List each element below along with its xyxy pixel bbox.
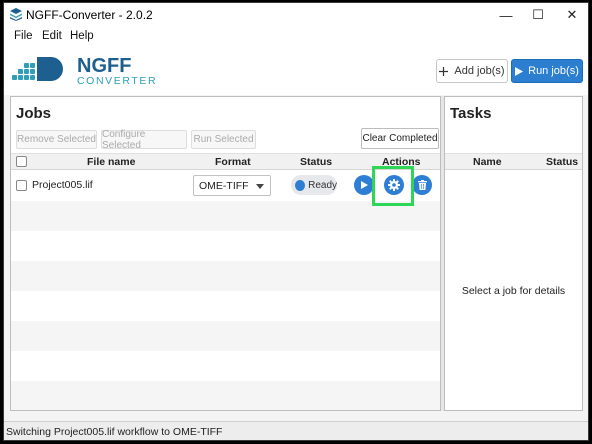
format-select[interactable]: OME-TIFF: [193, 175, 271, 196]
minimize-icon: —: [499, 7, 513, 23]
gear-icon: [388, 179, 400, 191]
logo-wordmark-converter: CONVERTER: [77, 75, 157, 87]
minimize-button[interactable]: —: [490, 3, 522, 27]
close-icon: ✕: [566, 7, 578, 22]
trash-icon: [417, 180, 427, 190]
play-icon: [360, 181, 368, 189]
row-file-name: Project005.lif: [32, 179, 93, 191]
column-task-status[interactable]: Status: [546, 156, 578, 168]
tasks-empty-message: Select a job for details: [461, 285, 566, 297]
run-jobs-label: Run job(s): [528, 65, 579, 77]
window-title: NGFF-Converter - 2.0.2: [26, 8, 153, 22]
row-settings-button[interactable]: [384, 175, 404, 195]
clear-completed-button[interactable]: Clear Completed: [361, 128, 439, 149]
play-icon: [515, 66, 524, 76]
menu-edit[interactable]: Edit: [42, 30, 62, 42]
tasks-title: Tasks: [450, 105, 492, 122]
status-bar: Switching Project005.lif workflow to OME…: [4, 421, 588, 440]
status-label: Ready: [308, 179, 337, 191]
jobs-table-header: File name Format Status Actions: [11, 153, 440, 170]
status-message: Switching Project005.lif workflow to OME…: [6, 426, 223, 438]
add-jobs-button[interactable]: Add job(s): [436, 59, 508, 83]
maximize-icon: ☐: [532, 7, 544, 22]
column-actions[interactable]: Actions: [382, 156, 421, 168]
tasks-panel: Tasks Name Status Select a job for detai…: [444, 96, 583, 411]
column-file-name[interactable]: File name: [87, 156, 135, 168]
chevron-down-icon: [256, 184, 264, 189]
menu-file[interactable]: File: [14, 30, 33, 42]
format-select-value: OME-TIFF: [199, 180, 249, 192]
header-bar: NGFF CONVERTER Add job(s) Run job(s): [4, 47, 588, 95]
run-jobs-button[interactable]: Run job(s): [511, 59, 583, 83]
status-badge: Ready: [291, 175, 337, 195]
configure-selected-button[interactable]: Configure Selected: [101, 129, 187, 151]
table-row-empty: [11, 351, 440, 381]
menu-bar: File Edit Help: [4, 27, 588, 47]
table-row[interactable]: Project005.lif OME-TIFF Ready: [11, 171, 440, 201]
column-format[interactable]: Format: [215, 156, 251, 168]
app-window: NGFF-Converter - 2.0.2 — ☐ ✕ File Edit H…: [3, 2, 589, 441]
table-row-empty: [11, 381, 440, 410]
remove-selected-button[interactable]: Remove Selected: [16, 130, 97, 149]
plus-icon: [439, 66, 449, 76]
jobs-panel: Jobs Remove Selected Configure Selected …: [10, 96, 441, 411]
table-row-empty: [11, 231, 440, 261]
run-selected-button[interactable]: Run Selected: [191, 130, 256, 149]
ngff-converter-logo: NGFF CONVERTER: [12, 55, 157, 87]
table-row-empty: [11, 261, 440, 291]
column-status[interactable]: Status: [300, 156, 332, 168]
status-dot-icon: [295, 179, 306, 191]
menu-help[interactable]: Help: [70, 30, 94, 42]
table-row-empty: [11, 201, 440, 231]
layers-icon: [10, 8, 22, 21]
close-button[interactable]: ✕: [556, 3, 588, 27]
column-name[interactable]: Name: [473, 156, 502, 168]
table-row-empty: [11, 291, 440, 321]
row-delete-button[interactable]: [412, 175, 432, 195]
title-bar: NGFF-Converter - 2.0.2 — ☐ ✕: [4, 3, 588, 27]
maximize-button[interactable]: ☐: [522, 3, 554, 27]
row-run-button[interactable]: [354, 175, 374, 195]
row-checkbox[interactable]: [16, 180, 27, 191]
select-all-checkbox[interactable]: [16, 156, 27, 167]
add-jobs-label: Add job(s): [454, 65, 505, 77]
logo-wordmark-ngff: NGFF: [77, 55, 131, 77]
jobs-title: Jobs: [16, 105, 52, 122]
table-row-empty: [11, 321, 440, 351]
tasks-table-header: Name Status: [445, 153, 582, 170]
